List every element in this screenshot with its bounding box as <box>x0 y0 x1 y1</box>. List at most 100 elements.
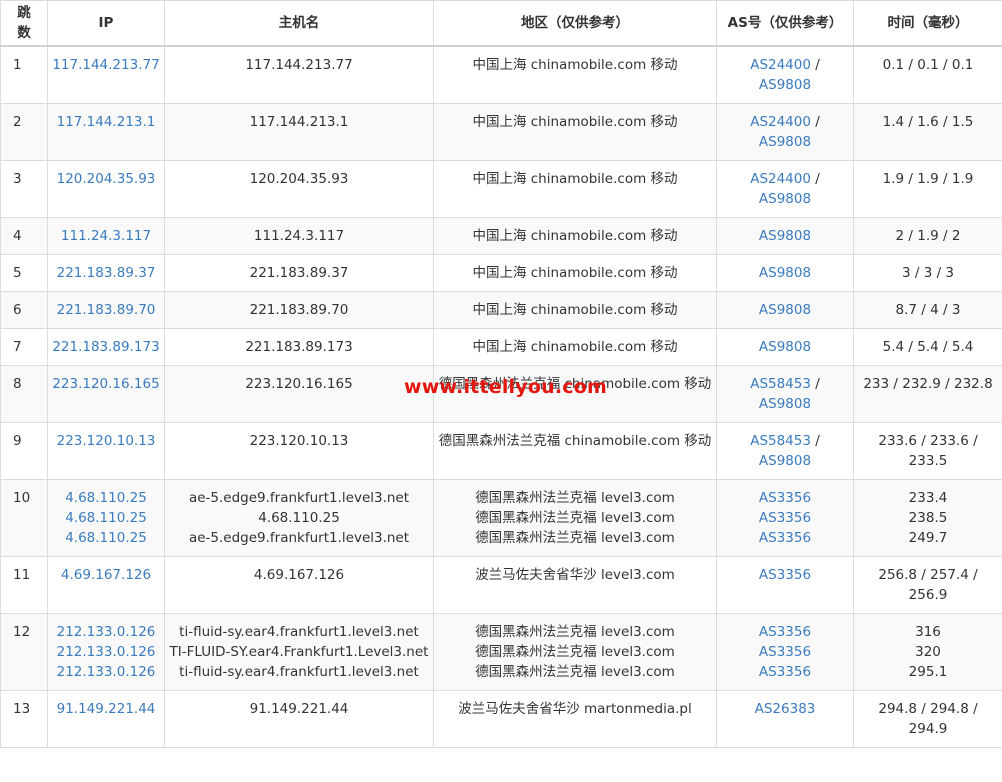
asn-link[interactable]: AS58453 <box>750 433 811 449</box>
hostname-cell: 120.204.35.93 <box>164 160 434 218</box>
hop-cell: 12 <box>0 613 48 691</box>
ip-link[interactable]: 4.68.110.25 <box>52 528 160 548</box>
ip-link[interactable]: 4.68.110.25 <box>52 488 160 508</box>
ip-link[interactable]: 117.144.213.1 <box>52 112 160 132</box>
hostname-text: ae-5.edge9.frankfurt1.level3.net <box>188 530 410 546</box>
ip-cell: 223.120.10.13 <box>47 422 165 480</box>
hostname-text: 117.144.213.1 <box>249 114 349 130</box>
region-text: 中国上海 chinamobile.com 移动 <box>472 302 678 318</box>
asn-cell: AS58453 / AS9808 <box>716 365 854 423</box>
hop-number: 4 <box>13 228 22 244</box>
time-text: 1.4 / 1.6 / 1.5 <box>882 114 974 130</box>
header-hop-label: 跳数 <box>17 5 31 41</box>
hop-number: 6 <box>13 302 22 318</box>
asn-link[interactable]: AS3356 <box>721 642 849 662</box>
asn-link[interactable]: AS9808 <box>721 394 849 414</box>
time-text: 238.5 <box>908 510 948 526</box>
region-text: 中国上海 chinamobile.com 移动 <box>472 114 678 130</box>
hostname-text: 120.204.35.93 <box>249 171 349 187</box>
hostname-text: 223.120.10.13 <box>249 433 349 449</box>
ip-link[interactable]: 223.120.16.165 <box>52 374 160 394</box>
hop-cell: 5 <box>0 254 48 292</box>
hop-cell: 6 <box>0 291 48 329</box>
time-cell: 2 / 1.9 / 2 <box>853 217 1002 255</box>
ip-cell: 223.120.16.165 <box>47 365 165 423</box>
table-row: 3 120.204.35.93 120.204.35.93 中国上海 chinamob… <box>0 160 1002 218</box>
header-region: 地区（仅供参考） <box>433 0 717 47</box>
asn-link[interactable]: AS3356 <box>721 528 849 548</box>
table-row: 9 223.120.10.13 223.120.10.13 德国黑森州法兰克福 chi… <box>0 422 1002 480</box>
asn-link[interactable]: AS9808 <box>721 226 849 246</box>
region-text: 德国黑森州法兰克福 level3.com <box>475 664 675 680</box>
asn-link[interactable]: AS9808 <box>721 75 849 95</box>
ip-link[interactable]: 117.144.213.77 <box>52 55 160 75</box>
asn-link[interactable]: AS3356 <box>721 565 849 585</box>
asn-link[interactable]: AS3356 <box>721 662 849 682</box>
hostname-cell: 221.183.89.70 <box>164 291 434 329</box>
ip-link[interactable]: 223.120.10.13 <box>52 431 160 451</box>
region-text: 中国上海 chinamobile.com 移动 <box>472 57 678 73</box>
asn-link[interactable]: AS3356 <box>721 488 849 508</box>
hostname-text: 221.183.89.37 <box>249 265 349 281</box>
ip-link[interactable]: 221.183.89.70 <box>52 300 160 320</box>
hostname-text: 117.144.213.77 <box>245 57 353 73</box>
hop-number: 5 <box>13 265 22 281</box>
ip-link[interactable]: 221.183.89.37 <box>52 263 160 283</box>
ip-link[interactable]: 212.133.0.126 <box>52 622 160 642</box>
asn-cell: AS9808 <box>716 254 854 292</box>
ip-link[interactable]: 91.149.221.44 <box>52 699 160 719</box>
region-text: 德国黑森州法兰克福 level3.com <box>475 490 675 506</box>
asn-link[interactable]: AS58453 <box>750 376 811 392</box>
hostname-cell: 91.149.221.44 <box>164 690 434 748</box>
table-row: 11 4.69.167.126 4.69.167.126 波兰马佐夫舍省华沙 leve… <box>0 556 1002 614</box>
ip-link[interactable]: 120.204.35.93 <box>52 169 160 189</box>
hop-cell: 4 <box>0 217 48 255</box>
table-row: 2 117.144.213.1 117.144.213.1 中国上海 chinamob… <box>0 103 1002 161</box>
watermark: www.ittellyou.com <box>404 376 607 398</box>
region-cell: 波兰马佐夫舍省华沙 level3.com <box>433 556 717 614</box>
ip-cell: 117.144.213.1 <box>47 103 165 161</box>
asn-link[interactable]: AS9808 <box>721 132 849 152</box>
table-row: 6 221.183.89.70 221.183.89.70 中国上海 chinamob… <box>0 291 1002 329</box>
table-row: 7 221.183.89.173 221.183.89.173 中国上海 chinam… <box>0 328 1002 366</box>
hostname-cell: 223.120.16.165 <box>164 365 434 423</box>
asn-link[interactable]: AS9808 <box>721 300 849 320</box>
time-text: 5.4 / 5.4 / 5.4 <box>882 339 974 355</box>
asn-link[interactable]: AS9808 <box>721 189 849 209</box>
time-cell: 233.4 238.5 249.7 <box>853 479 1002 557</box>
ip-link[interactable]: 221.183.89.173 <box>52 337 160 357</box>
hostname-text: 223.120.16.165 <box>245 376 353 392</box>
time-text: 1.9 / 1.9 / 1.9 <box>882 171 974 187</box>
region-cell: 中国上海 chinamobile.com 移动 <box>433 160 717 218</box>
asn-link[interactable]: AS3356 <box>721 508 849 528</box>
asn-link[interactable]: AS26383 <box>721 699 849 719</box>
ip-link[interactable]: 212.133.0.126 <box>52 662 160 682</box>
asn-link[interactable]: AS24400 <box>750 57 811 73</box>
asn-link[interactable]: AS24400 <box>750 114 811 130</box>
asn-link[interactable]: AS9808 <box>721 337 849 357</box>
time-text: 3 / 3 / 3 <box>901 265 955 281</box>
region-cell: 德国黑森州法兰克福 level3.com 德国黑森州法兰克福 level3.com… <box>433 479 717 557</box>
hostname-cell: ae-5.edge9.frankfurt1.level3.net 4.68.110… <box>164 479 434 557</box>
hop-cell: 1 <box>0 45 48 104</box>
asn-cell: AS24400 / AS9808 <box>716 45 854 104</box>
asn-line: AS24400 / <box>721 55 849 75</box>
hop-cell: 8 <box>0 365 48 423</box>
ip-cell: 91.149.221.44 <box>47 690 165 748</box>
asn-link[interactable]: AS9808 <box>721 451 849 471</box>
time-cell: 5.4 / 5.4 / 5.4 <box>853 328 1002 366</box>
asn-link[interactable]: AS3356 <box>721 622 849 642</box>
time-cell: 316 320 295.1 <box>853 613 1002 691</box>
ip-link[interactable]: 111.24.3.117 <box>52 226 160 246</box>
hostname-text: 91.149.221.44 <box>249 701 349 717</box>
ip-link[interactable]: 4.69.167.126 <box>52 565 160 585</box>
asn-link[interactable]: AS24400 <box>750 171 811 187</box>
table-header-row: 跳数 IP 主机名 地区（仅供参考） AS号（仅供参考） 时间（毫秒） <box>0 0 1002 47</box>
ip-link[interactable]: 4.68.110.25 <box>52 508 160 528</box>
region-text: 德国黑森州法兰克福 chinamobile.com 移动 <box>438 433 712 449</box>
ip-link[interactable]: 212.133.0.126 <box>52 642 160 662</box>
time-text: 316 <box>915 624 941 640</box>
asn-cell: AS9808 <box>716 217 854 255</box>
asn-link[interactable]: AS9808 <box>721 263 849 283</box>
header-hostname: 主机名 <box>164 0 434 47</box>
